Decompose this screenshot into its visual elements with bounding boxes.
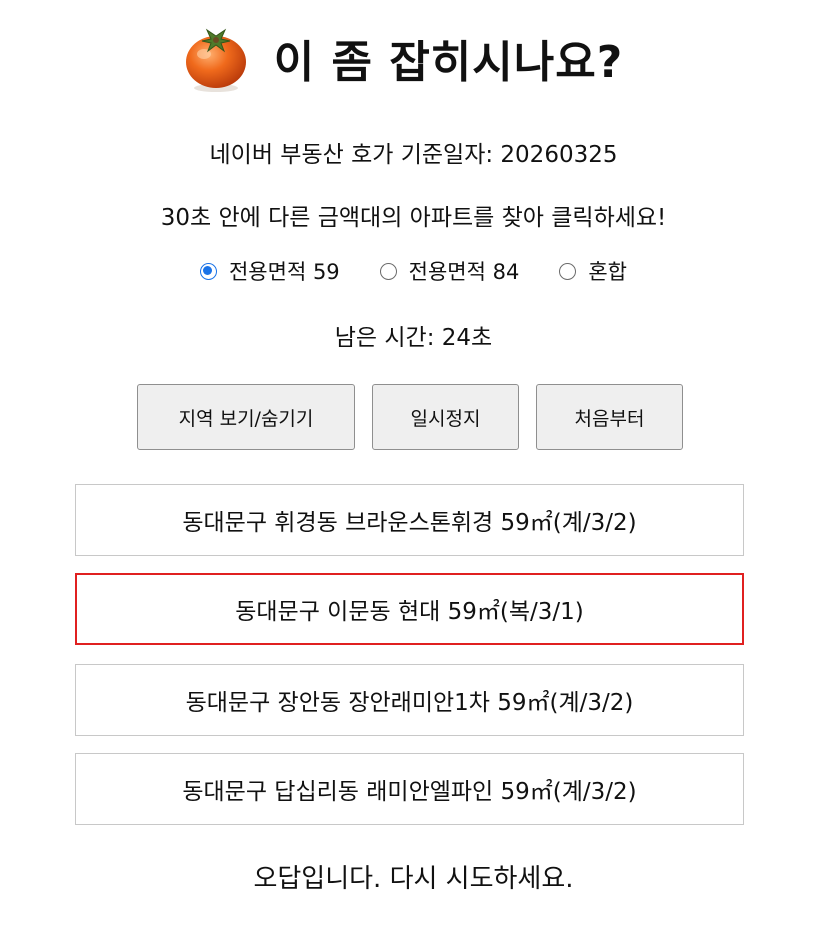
- radio-area-84[interactable]: 전용면적 84: [379, 256, 520, 286]
- radio-label-mixed: 혼합: [588, 260, 627, 284]
- radio-button-area-59[interactable]: [199, 262, 217, 280]
- timer-text: 남은 시간: 24초: [334, 325, 493, 351]
- restart-button[interactable]: 처음부터: [536, 384, 683, 450]
- area-radio-group: 전용면적 59 전용면적 84 혼합: [0, 256, 827, 286]
- base-date-text: 네이버 부동산 호가 기준일자: 20260325: [209, 142, 618, 168]
- radio-label-area-84: 전용면적 84: [408, 260, 520, 284]
- apartment-option-4[interactable]: 동대문구 답십리동 래미안엘파인 59㎡(계/3/2): [75, 753, 744, 825]
- instruction-text: 30초 안에 다른 금액대의 아파트를 찾아 클릭하세요!: [160, 205, 667, 231]
- radio-button-area-84[interactable]: [379, 262, 397, 280]
- radio-label-area-59: 전용면적 59: [228, 260, 340, 284]
- header: 이 좀 잡히시나요?: [0, 22, 827, 94]
- radio-mixed[interactable]: 혼합: [559, 256, 627, 286]
- pause-button[interactable]: 일시정지: [372, 384, 519, 450]
- page-title: 이 좀 잡히시나요?: [273, 37, 624, 88]
- radio-button-mixed[interactable]: [559, 262, 577, 280]
- result-message: 오답입니다. 다시 시도하세요.: [253, 864, 574, 894]
- radio-area-59[interactable]: 전용면적 59: [199, 256, 340, 286]
- apartment-option-2[interactable]: 동대문구 이문동 현대 59㎡(복/3/1): [75, 573, 744, 645]
- toggle-region-button[interactable]: 지역 보기/숨기기: [137, 384, 355, 450]
- apartment-option-3[interactable]: 동대문구 장안동 장안래미안1차 59㎡(계/3/2): [75, 664, 744, 736]
- persimmon-icon: [185, 28, 246, 92]
- apartment-option-1[interactable]: 동대문구 휘경동 브라운스톤휘경 59㎡(계/3/2): [75, 484, 744, 556]
